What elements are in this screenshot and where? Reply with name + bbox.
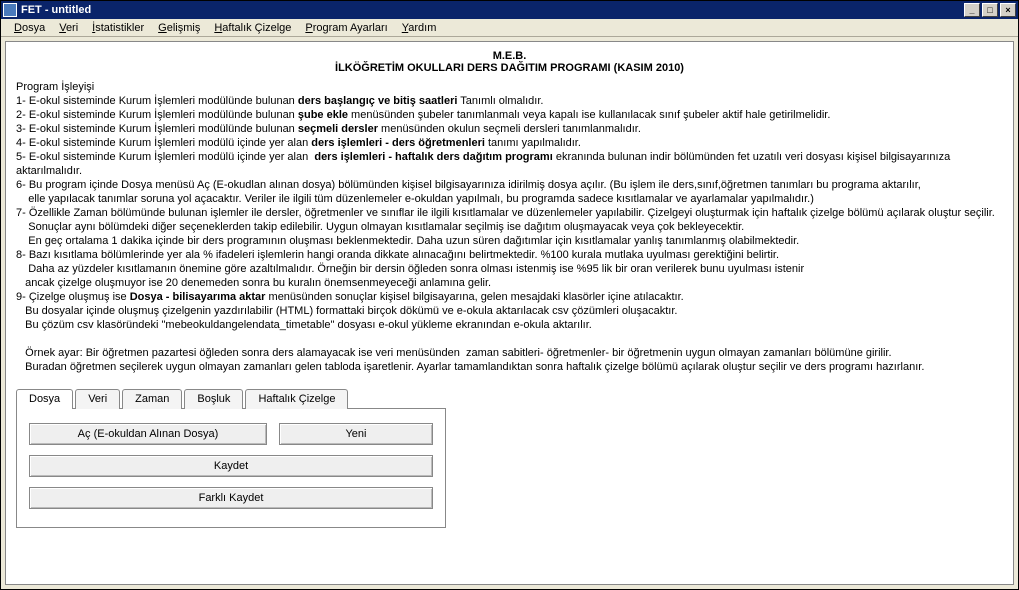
menu-haftalik-cizelge[interactable]: Haftalık Çizelge bbox=[207, 20, 298, 36]
tab-veri[interactable]: Veri bbox=[75, 389, 120, 409]
tab-row: Dosya Veri Zaman Boşluk Haftalık Çizelge bbox=[16, 388, 446, 408]
close-button[interactable]: × bbox=[1000, 3, 1016, 17]
app-icon bbox=[3, 3, 17, 17]
heading-1: M.E.B. bbox=[16, 50, 1003, 62]
tab-bosluk[interactable]: Boşluk bbox=[184, 389, 243, 409]
new-button[interactable]: Yeni bbox=[279, 423, 433, 445]
tab-haftalik-cizelge[interactable]: Haftalık Çizelge bbox=[245, 389, 348, 409]
open-button[interactable]: Aç (E-okuldan Alınan Dosya) bbox=[29, 423, 267, 445]
menu-yardim[interactable]: Yardım bbox=[395, 20, 444, 36]
app-window: FET - untitled _ □ × Dosya Veri İstatist… bbox=[0, 0, 1019, 590]
window-controls: _ □ × bbox=[962, 3, 1016, 17]
tab-panel-dosya: Aç (E-okuldan Alınan Dosya) Yeni Kaydet … bbox=[16, 408, 446, 528]
maximize-button[interactable]: □ bbox=[982, 3, 998, 17]
save-as-button[interactable]: Farklı Kaydet bbox=[29, 487, 433, 509]
tab-dosya[interactable]: Dosya bbox=[16, 389, 73, 409]
menu-istatistikler[interactable]: İstatistikler bbox=[85, 20, 151, 36]
minimize-button[interactable]: _ bbox=[964, 3, 980, 17]
save-button[interactable]: Kaydet bbox=[29, 455, 433, 477]
heading-2: İLKÖĞRETİM OKULLARI DERS DAĞITIM PROGRAM… bbox=[16, 62, 1003, 74]
menu-gelismis[interactable]: Gelişmiş bbox=[151, 20, 207, 36]
titlebar: FET - untitled _ □ × bbox=[1, 1, 1018, 19]
menu-label: Dosya bbox=[14, 22, 45, 34]
menu-dosya[interactable]: Dosya bbox=[7, 20, 52, 36]
window-title: FET - untitled bbox=[21, 4, 962, 16]
content-area: M.E.B. İLKÖĞRETİM OKULLARI DERS DAĞITIM … bbox=[5, 41, 1014, 585]
menu-program-ayarlari[interactable]: Program Ayarları bbox=[298, 20, 394, 36]
menubar: Dosya Veri İstatistikler Gelişmiş Haftal… bbox=[1, 19, 1018, 37]
menu-veri[interactable]: Veri bbox=[52, 20, 85, 36]
tab-zaman[interactable]: Zaman bbox=[122, 389, 182, 409]
tabs-container: Dosya Veri Zaman Boşluk Haftalık Çizelge… bbox=[16, 388, 446, 528]
instructions-text: Program İşleyişi 1- E-okul sisteminde Ku… bbox=[16, 80, 1003, 374]
